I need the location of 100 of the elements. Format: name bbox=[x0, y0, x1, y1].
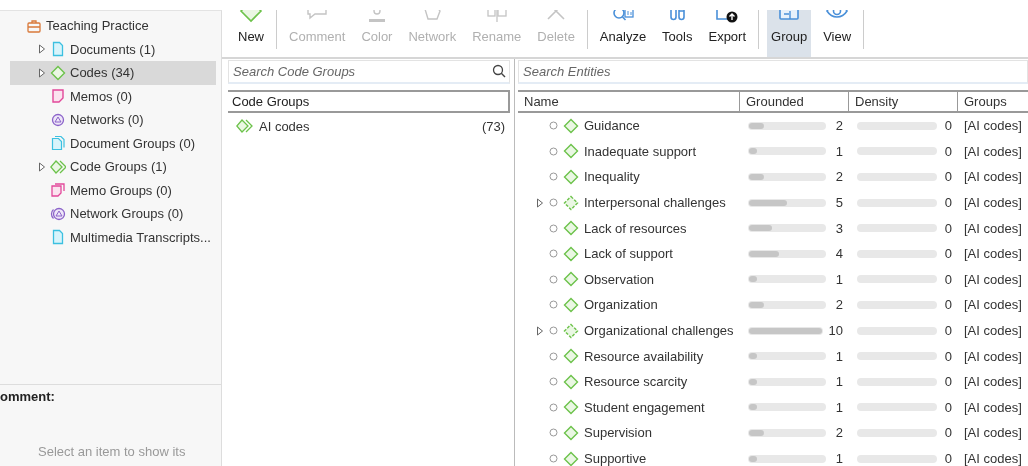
circle-icon[interactable] bbox=[549, 402, 558, 412]
table-cell: 0 bbox=[943, 169, 952, 185]
code-name[interactable]: Observation bbox=[584, 271, 655, 287]
toolbar-button[interactable]: Analyze bbox=[595, 10, 651, 57]
table-cell-text: 2 bbox=[834, 425, 843, 441]
column-header[interactable]: Density bbox=[849, 92, 958, 111]
circle-icon[interactable] bbox=[549, 198, 558, 208]
table-cell: 0 bbox=[943, 246, 952, 262]
diamond-icon bbox=[563, 271, 579, 288]
table-cell-text: [AI codes] bbox=[963, 374, 1023, 390]
document-icon bbox=[50, 229, 66, 246]
diamond-icon bbox=[563, 143, 579, 160]
toolbar-button[interactable]: View bbox=[819, 10, 856, 57]
search-field[interactable]: Search Entities bbox=[518, 60, 1028, 84]
table-cell-text: [AI codes] bbox=[963, 399, 1023, 415]
diamond-icon bbox=[563, 296, 579, 313]
table-cell-text: 4 bbox=[834, 246, 843, 262]
table-cell-text: 2 bbox=[834, 118, 843, 134]
table-cell-text: [AI codes] bbox=[963, 451, 1023, 466]
circle-icon[interactable] bbox=[549, 428, 558, 438]
expand-arrow-icon[interactable] bbox=[38, 67, 46, 78]
code-name[interactable]: Interpersonal challenges bbox=[584, 195, 726, 211]
table-cell-text: [AI codes] bbox=[963, 297, 1023, 313]
tree-item[interactable]: Network Groups (0) bbox=[70, 204, 184, 224]
circle-icon[interactable] bbox=[549, 274, 558, 284]
table-cell-text: [AI codes] bbox=[963, 118, 1023, 134]
diamond-icon bbox=[563, 245, 579, 262]
code-name[interactable]: Resource scarcity bbox=[584, 374, 688, 390]
code-name[interactable]: Organizational challenges bbox=[584, 323, 734, 339]
code-name[interactable]: Guidance bbox=[584, 118, 640, 134]
table-cell: 0 bbox=[943, 271, 952, 287]
table-cell-text: [AI codes] bbox=[963, 195, 1023, 211]
circle-icon[interactable] bbox=[549, 351, 558, 361]
code-name[interactable]: Supervision bbox=[584, 425, 652, 441]
table-cell-text: 1 bbox=[834, 143, 843, 159]
table-cell-text: [AI codes] bbox=[963, 169, 1023, 185]
expand-arrow-icon[interactable] bbox=[38, 44, 46, 55]
table-cell-text: 2 bbox=[834, 169, 843, 185]
diamonds-icon bbox=[236, 118, 253, 134]
expand-arrow-icon[interactable] bbox=[536, 197, 544, 208]
column-header[interactable]: Groups bbox=[958, 92, 1028, 111]
code-name[interactable]: Supportive bbox=[584, 451, 647, 466]
tree-item[interactable]: Documents (1) bbox=[70, 39, 156, 59]
table-cell: 0 bbox=[943, 143, 952, 159]
table-cell-text: 1 bbox=[834, 374, 843, 390]
tree-item[interactable]: Code Groups (1) bbox=[70, 157, 167, 177]
column-header[interactable]: Code Groups bbox=[228, 90, 510, 113]
circle-icon[interactable] bbox=[549, 300, 558, 310]
circle-icon[interactable] bbox=[549, 377, 558, 387]
diamond-icon bbox=[563, 399, 579, 416]
comment-hint: Select an item to show its bbox=[38, 444, 186, 459]
note-icon bbox=[50, 88, 66, 105]
circle-icon[interactable] bbox=[549, 249, 558, 259]
table-cell: 0 bbox=[943, 118, 952, 134]
code-name[interactable]: Lack of support bbox=[584, 246, 673, 262]
tree-item[interactable]: Document Groups (0) bbox=[70, 133, 195, 153]
circle-icon[interactable] bbox=[549, 121, 558, 131]
table-cell-text: 3 bbox=[834, 220, 843, 236]
code-name[interactable]: Resource availability bbox=[584, 348, 704, 364]
group-count: (73) bbox=[481, 118, 505, 134]
table-cell-text: [AI codes] bbox=[963, 271, 1023, 287]
code-name[interactable]: Inequality bbox=[584, 169, 640, 185]
code-name[interactable]: Organization bbox=[584, 297, 658, 313]
column-header[interactable]: Name bbox=[518, 92, 740, 111]
code-name[interactable]: Student engagement bbox=[584, 399, 705, 415]
tree-item[interactable]: Codes (34) bbox=[70, 63, 135, 83]
tree-item[interactable]: Memo Groups (0) bbox=[70, 180, 172, 200]
search-field[interactable]: Search Code Groups bbox=[228, 60, 510, 84]
table-cell: 0 bbox=[943, 374, 952, 390]
circle-icon[interactable] bbox=[549, 454, 558, 463]
toolbar-button[interactable]: New bbox=[234, 10, 268, 57]
diamond-icon bbox=[563, 373, 579, 390]
diamond-icon bbox=[563, 424, 579, 441]
tree-item[interactable]: Memos (0) bbox=[70, 86, 133, 106]
column-header[interactable]: Grounded bbox=[740, 92, 849, 111]
group-name[interactable]: AI codes bbox=[259, 118, 476, 134]
diamond-icon bbox=[563, 117, 579, 134]
table-cell: 0 bbox=[943, 220, 952, 236]
code-name[interactable]: Inadequate support bbox=[584, 143, 697, 159]
tree-item[interactable]: Teaching Practice bbox=[46, 16, 149, 36]
tree-item[interactable]: Networks (0) bbox=[70, 110, 144, 130]
circle-icon[interactable] bbox=[549, 326, 558, 336]
expand-arrow-icon[interactable] bbox=[38, 161, 46, 172]
tree-item[interactable]: Multimedia Transcripts... bbox=[70, 227, 211, 247]
table-cell: 0 bbox=[943, 323, 952, 339]
table-cell: 0 bbox=[943, 399, 952, 415]
table-cell: 0 bbox=[943, 348, 952, 364]
circle-icon[interactable] bbox=[549, 172, 558, 182]
circle-icon[interactable] bbox=[549, 146, 558, 156]
table-cell-text: 1 bbox=[834, 451, 843, 466]
circle-icon[interactable] bbox=[549, 223, 558, 233]
toolbar-button[interactable]: Group bbox=[767, 10, 812, 57]
toolbar-button[interactable]: Export bbox=[704, 10, 751, 57]
code-name[interactable]: Lack of resources bbox=[584, 220, 687, 236]
expand-arrow-icon[interactable] bbox=[536, 325, 544, 336]
diamond-icon bbox=[563, 194, 579, 211]
table-cell-text: [AI codes] bbox=[963, 323, 1023, 339]
table-cell: 0 bbox=[943, 195, 952, 211]
toolbar-button[interactable]: Tools bbox=[658, 10, 697, 57]
table-cell-text: [AI codes] bbox=[963, 246, 1023, 262]
